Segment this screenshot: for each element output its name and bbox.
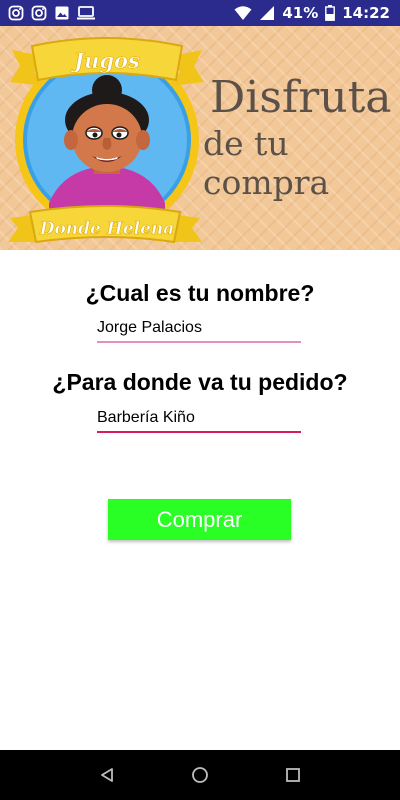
image-icon xyxy=(55,6,69,20)
status-bar: 41% 14:22 xyxy=(0,0,400,26)
name-input[interactable] xyxy=(97,319,301,343)
battery-percent: 41% xyxy=(282,4,319,22)
svg-text:Donde Helena: Donde Helena xyxy=(39,219,175,239)
clock: 14:22 xyxy=(342,4,390,22)
instagram-icon xyxy=(8,5,24,21)
recents-button[interactable] xyxy=(281,763,305,787)
back-button[interactable] xyxy=(95,763,119,787)
header-banner: Jugos Donde Helena Disfruta de tu compra xyxy=(0,26,400,250)
banner-tagline-line2: de tu compra xyxy=(203,124,330,202)
home-button[interactable] xyxy=(188,763,212,787)
buy-button[interactable]: Comprar xyxy=(108,499,291,540)
wifi-icon xyxy=(234,6,252,20)
signal-icon xyxy=(260,6,275,20)
destination-question-label: ¿Para donde va tu pedido? xyxy=(52,369,348,395)
status-bar-system: 41% 14:22 xyxy=(234,4,390,22)
home-icon xyxy=(192,767,208,783)
battery-icon xyxy=(325,5,336,21)
destination-input[interactable] xyxy=(97,409,301,433)
instagram-icon xyxy=(31,5,47,21)
jugos-donde-helena-logo: Jugos Donde Helena xyxy=(8,37,204,244)
banner-tagline-line1: Disfruta xyxy=(210,72,392,123)
monitor-icon xyxy=(77,6,95,20)
system-nav-bar xyxy=(0,750,400,800)
status-bar-notifications xyxy=(8,5,95,21)
recents-icon xyxy=(286,768,301,782)
name-question-label: ¿Cual es tu nombre? xyxy=(85,280,315,306)
svg-text:Jugos: Jugos xyxy=(70,48,140,73)
back-icon xyxy=(100,768,113,782)
